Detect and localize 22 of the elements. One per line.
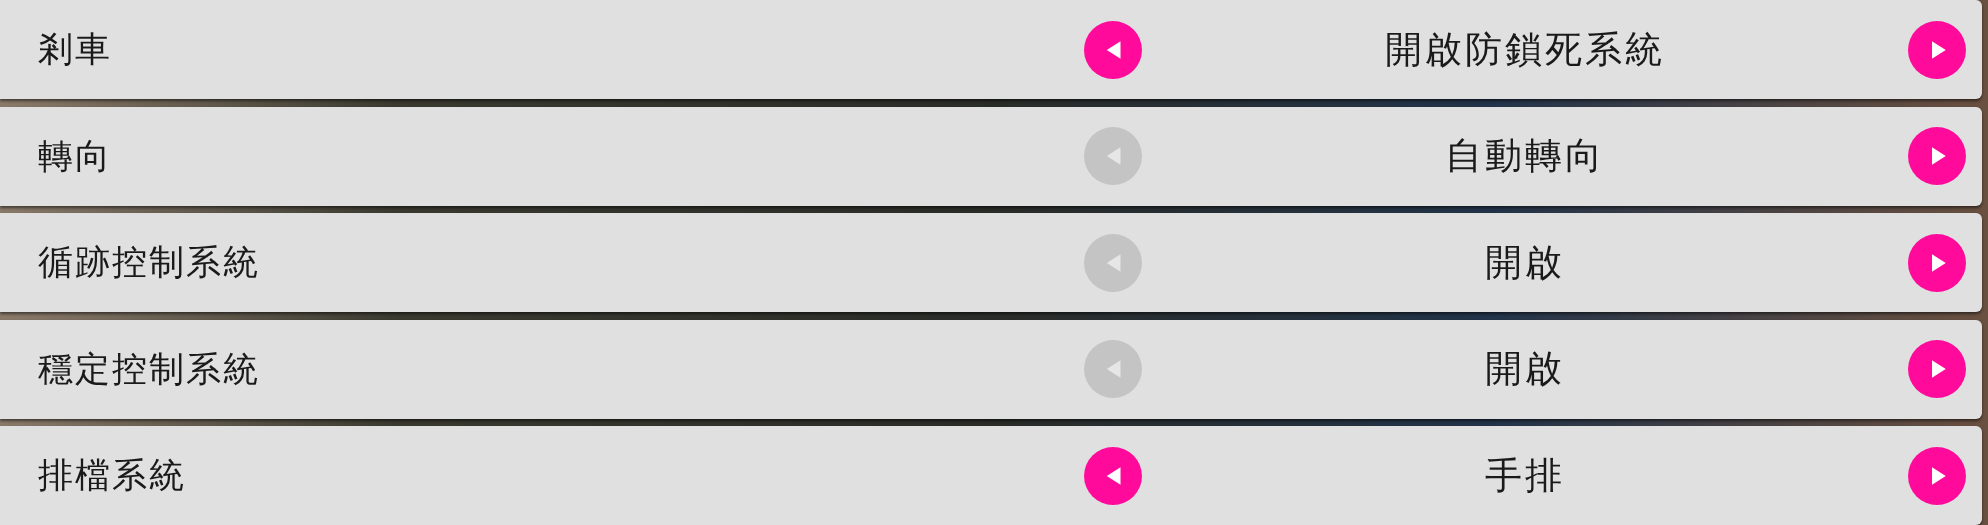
setting-row[interactable]: 轉向 自動轉向 — [0, 106, 1982, 206]
setting-value: 開啟 — [1484, 239, 1566, 286]
setting-label: 穩定控制系統 — [38, 347, 261, 391]
previous-option-button[interactable] — [1084, 446, 1142, 505]
next-option-button[interactable] — [1908, 340, 1966, 398]
next-option-button[interactable] — [1908, 127, 1966, 185]
setting-value: 開啟防鎖死系統 — [1384, 26, 1666, 73]
setting-row[interactable]: 循跡控制系統 開啟 — [0, 213, 1982, 312]
setting-label: 剎車 — [38, 28, 113, 72]
setting-label: 排檔系統 — [38, 454, 187, 498]
previous-option-button[interactable] — [1084, 20, 1142, 79]
next-option-button[interactable] — [1908, 446, 1966, 505]
setting-value: 自動轉向 — [1444, 133, 1606, 180]
setting-row[interactable]: 穩定控制系統 開啟 — [0, 319, 1982, 419]
setting-value: 開啟 — [1484, 346, 1566, 393]
setting-row[interactable]: 排檔系統 手排 — [0, 426, 1982, 525]
next-option-button[interactable] — [1908, 233, 1966, 292]
setting-row[interactable]: 剎車 開啟防鎖死系統 — [0, 0, 1982, 99]
next-option-button[interactable] — [1908, 20, 1966, 79]
setting-value: 手排 — [1484, 452, 1566, 499]
setting-label: 循跡控制系統 — [38, 241, 261, 285]
setting-label: 轉向 — [38, 134, 113, 178]
